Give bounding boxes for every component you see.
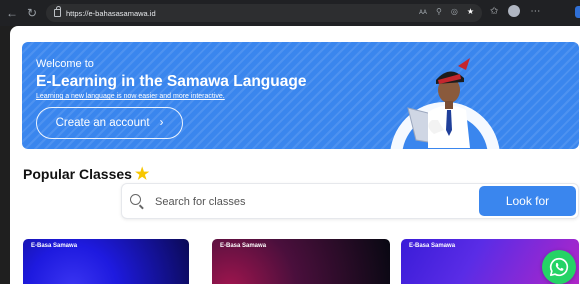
profile-avatar[interactable] (508, 5, 521, 17)
read-aloud-icon[interactable]: ᴀᴀ (419, 7, 427, 16)
refresh-icon[interactable]: ↻ (24, 6, 40, 20)
hero-banner: Welcome to E-Learning in the Samawa Lang… (22, 42, 579, 149)
whatsapp-icon (549, 257, 569, 277)
address-bar[interactable]: https://e-bahasasamawa.id ᴀᴀ ⚲ ◎ ★ (46, 4, 482, 22)
class-card[interactable]: E-Basa Samawa (23, 239, 189, 284)
sidebar-edge-icon[interactable] (575, 6, 580, 18)
student-illustration (407, 58, 470, 148)
zoom-icon[interactable]: ⚲ (436, 7, 442, 16)
class-card-label: E-Basa Samawa (220, 243, 267, 249)
class-card-label: E-Basa Samawa (409, 243, 456, 249)
create-account-button[interactable]: Create an account › (36, 107, 183, 139)
url-text[interactable]: https://e-bahasasamawa.id (66, 9, 156, 18)
lock-icon[interactable] (54, 6, 61, 17)
class-card-label: E-Basa Samawa (31, 243, 78, 249)
favorite-star-icon[interactable]: ★ (467, 7, 474, 16)
favorites-icon[interactable]: ✩ (490, 6, 498, 17)
create-account-label: Create an account (55, 117, 150, 129)
look-for-button[interactable]: Look for (479, 186, 576, 216)
class-card[interactable]: E-Basa Samawa (212, 239, 390, 284)
search-bar: Look for (121, 183, 579, 219)
search-input[interactable] (155, 192, 465, 212)
extensions-icon[interactable]: ◎ (451, 7, 458, 16)
popular-classes-title: Popular Classes (23, 166, 132, 182)
hero-welcome: Welcome to (36, 58, 94, 70)
hero-subtitle: Learning a new language is now easier an… (36, 93, 225, 100)
chevron-right-icon: › (159, 117, 164, 129)
browser-toolbar: ← ↻ https://e-bahasasamawa.id ᴀᴀ ⚲ ◎ ★ ✩… (0, 0, 580, 26)
hero-title: E-Learning in the Samawa Language (36, 73, 307, 90)
popular-classes-heading: Popular Classes ★ (23, 164, 149, 184)
page-viewport: Welcome to E-Learning in the Samawa Lang… (10, 26, 580, 284)
star-icon: ★ (134, 166, 150, 183)
back-icon[interactable]: ← (4, 6, 20, 20)
whatsapp-button[interactable] (542, 250, 576, 284)
more-icon[interactable]: ⋯ (530, 6, 540, 17)
search-icon (130, 194, 141, 205)
